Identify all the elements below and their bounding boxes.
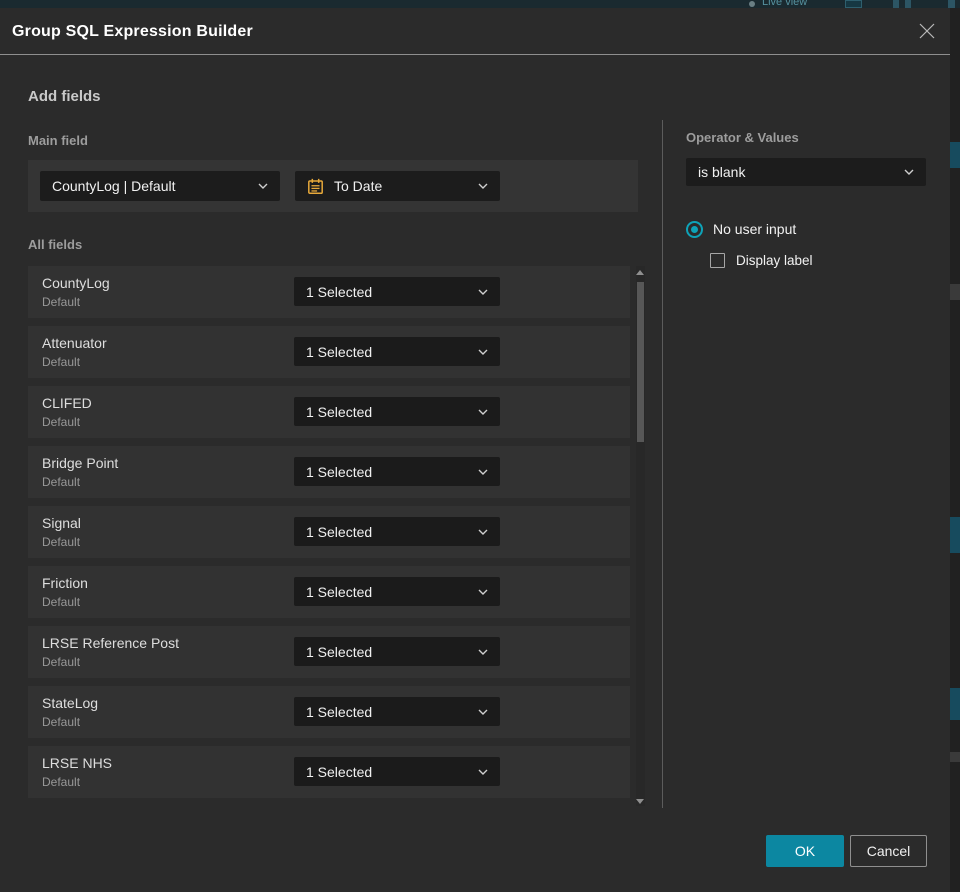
list-scrollbar[interactable] bbox=[636, 266, 645, 806]
chevron-down-icon bbox=[478, 529, 488, 535]
dialog-header: Group SQL Expression Builder bbox=[0, 8, 950, 55]
chevron-down-icon bbox=[478, 409, 488, 415]
field-row: Friction Default 1 Selected bbox=[28, 566, 630, 618]
field-subtitle: Default bbox=[42, 655, 81, 669]
main-field-dropdown-value: CountyLog | Default bbox=[52, 178, 176, 194]
field-name: LRSE Reference Post bbox=[42, 635, 179, 651]
field-name: CLIFED bbox=[42, 395, 92, 411]
field-subtitle: Default bbox=[42, 355, 81, 369]
close-icon[interactable] bbox=[918, 22, 936, 40]
field-row: Signal Default 1 Selected bbox=[28, 506, 630, 558]
toolbar-fragment bbox=[845, 0, 862, 8]
display-label-checkbox[interactable]: Display label bbox=[710, 252, 813, 268]
field-subtitle: Default bbox=[42, 715, 81, 729]
scroll-up-arrow[interactable] bbox=[636, 270, 644, 275]
calendar-icon bbox=[307, 178, 324, 195]
field-name: Bridge Point bbox=[42, 455, 119, 471]
scrollbar-thumb[interactable] bbox=[637, 282, 644, 442]
live-view-dot-icon bbox=[749, 1, 755, 7]
field-row: CountyLog Default 1 Selected bbox=[28, 266, 630, 318]
field-name: LRSE NHS bbox=[42, 755, 113, 771]
date-field-dropdown[interactable]: To Date bbox=[295, 171, 500, 201]
field-row: LRSE Reference Post Default 1 Selected bbox=[28, 626, 630, 678]
selected-count-value: 1 Selected bbox=[306, 343, 373, 360]
field-name: Friction bbox=[42, 575, 88, 591]
field-selected-dropdown[interactable]: 1 Selected bbox=[294, 397, 500, 426]
main-field-dropdown[interactable]: CountyLog | Default bbox=[40, 171, 280, 201]
selected-count-value: 1 Selected bbox=[306, 583, 373, 600]
field-row: LRSE NHS Default 1 Selected bbox=[28, 746, 630, 798]
date-field-dropdown-value: To Date bbox=[334, 178, 383, 194]
operator-dropdown-value: is blank bbox=[698, 164, 746, 180]
live-view-label: Live view bbox=[762, 0, 808, 8]
toolbar-fragment bbox=[893, 0, 899, 8]
chevron-down-icon bbox=[478, 289, 488, 295]
chevron-down-icon bbox=[478, 469, 488, 475]
selected-count-value: 1 Selected bbox=[306, 763, 373, 780]
toolbar-fragment bbox=[948, 0, 955, 8]
field-row: Bridge Point Default 1 Selected bbox=[28, 446, 630, 498]
underlying-page-sliver bbox=[950, 8, 960, 892]
checkbox-label: Display label bbox=[736, 252, 813, 268]
toolbar-fragment bbox=[905, 0, 911, 8]
checkbox-unchecked-icon bbox=[710, 252, 725, 268]
field-subtitle: Default bbox=[42, 295, 81, 309]
selected-count-value: 1 Selected bbox=[306, 403, 373, 420]
chevron-down-icon bbox=[478, 349, 488, 355]
field-name: StateLog bbox=[42, 695, 99, 711]
scroll-down-arrow[interactable] bbox=[636, 799, 644, 804]
ok-button[interactable]: OK bbox=[766, 835, 844, 867]
field-subtitle: Default bbox=[42, 595, 81, 609]
column-divider bbox=[662, 120, 663, 808]
field-selected-dropdown[interactable]: 1 Selected bbox=[294, 637, 500, 666]
field-selected-dropdown[interactable]: 1 Selected bbox=[294, 277, 500, 306]
no-user-input-radio[interactable]: No user input bbox=[686, 220, 796, 238]
field-row: StateLog Default 1 Selected bbox=[28, 686, 630, 738]
field-selected-dropdown[interactable]: 1 Selected bbox=[294, 457, 500, 486]
field-selected-dropdown[interactable]: 1 Selected bbox=[294, 577, 500, 606]
selected-count-value: 1 Selected bbox=[306, 703, 373, 720]
field-row: CLIFED Default 1 Selected bbox=[28, 386, 630, 438]
chevron-down-icon bbox=[904, 169, 914, 175]
field-selected-dropdown[interactable]: 1 Selected bbox=[294, 337, 500, 366]
field-name: Signal bbox=[42, 515, 81, 531]
group-sql-expression-builder-dialog: Group SQL Expression Builder Add fields … bbox=[0, 8, 950, 892]
field-subtitle: Default bbox=[42, 415, 81, 429]
underlying-toolbar-strip: Live view bbox=[0, 0, 960, 8]
field-selected-dropdown[interactable]: 1 Selected bbox=[294, 517, 500, 546]
operator-dropdown[interactable]: is blank bbox=[686, 158, 926, 186]
field-row: Attenuator Default 1 Selected bbox=[28, 326, 630, 378]
radio-selected-icon bbox=[686, 220, 703, 238]
field-subtitle: Default bbox=[42, 535, 81, 549]
add-fields-heading: Add fields bbox=[28, 88, 101, 105]
selected-count-value: 1 Selected bbox=[306, 463, 373, 480]
main-field-panel: CountyLog | Default To Date bbox=[28, 160, 638, 212]
chevron-down-icon bbox=[478, 769, 488, 775]
dialog-title: Group SQL Expression Builder bbox=[12, 23, 253, 40]
selected-count-value: 1 Selected bbox=[306, 643, 373, 660]
chevron-down-icon bbox=[478, 649, 488, 655]
radio-label: No user input bbox=[713, 221, 797, 237]
all-fields-label: All fields bbox=[28, 237, 83, 252]
cancel-button[interactable]: Cancel bbox=[850, 835, 927, 867]
chevron-down-icon bbox=[478, 589, 488, 595]
field-name: Attenuator bbox=[42, 335, 107, 351]
field-subtitle: Default bbox=[42, 775, 81, 789]
chevron-down-icon bbox=[478, 709, 488, 715]
chevron-down-icon bbox=[258, 183, 268, 189]
chevron-down-icon bbox=[478, 183, 488, 189]
field-name: CountyLog bbox=[42, 275, 110, 291]
operator-values-label: Operator & Values bbox=[686, 130, 799, 145]
field-selected-dropdown[interactable]: 1 Selected bbox=[294, 757, 500, 786]
main-field-label: Main field bbox=[28, 133, 88, 148]
field-subtitle: Default bbox=[42, 475, 81, 489]
field-selected-dropdown[interactable]: 1 Selected bbox=[294, 697, 500, 726]
selected-count-value: 1 Selected bbox=[306, 283, 373, 300]
selected-count-value: 1 Selected bbox=[306, 523, 373, 540]
